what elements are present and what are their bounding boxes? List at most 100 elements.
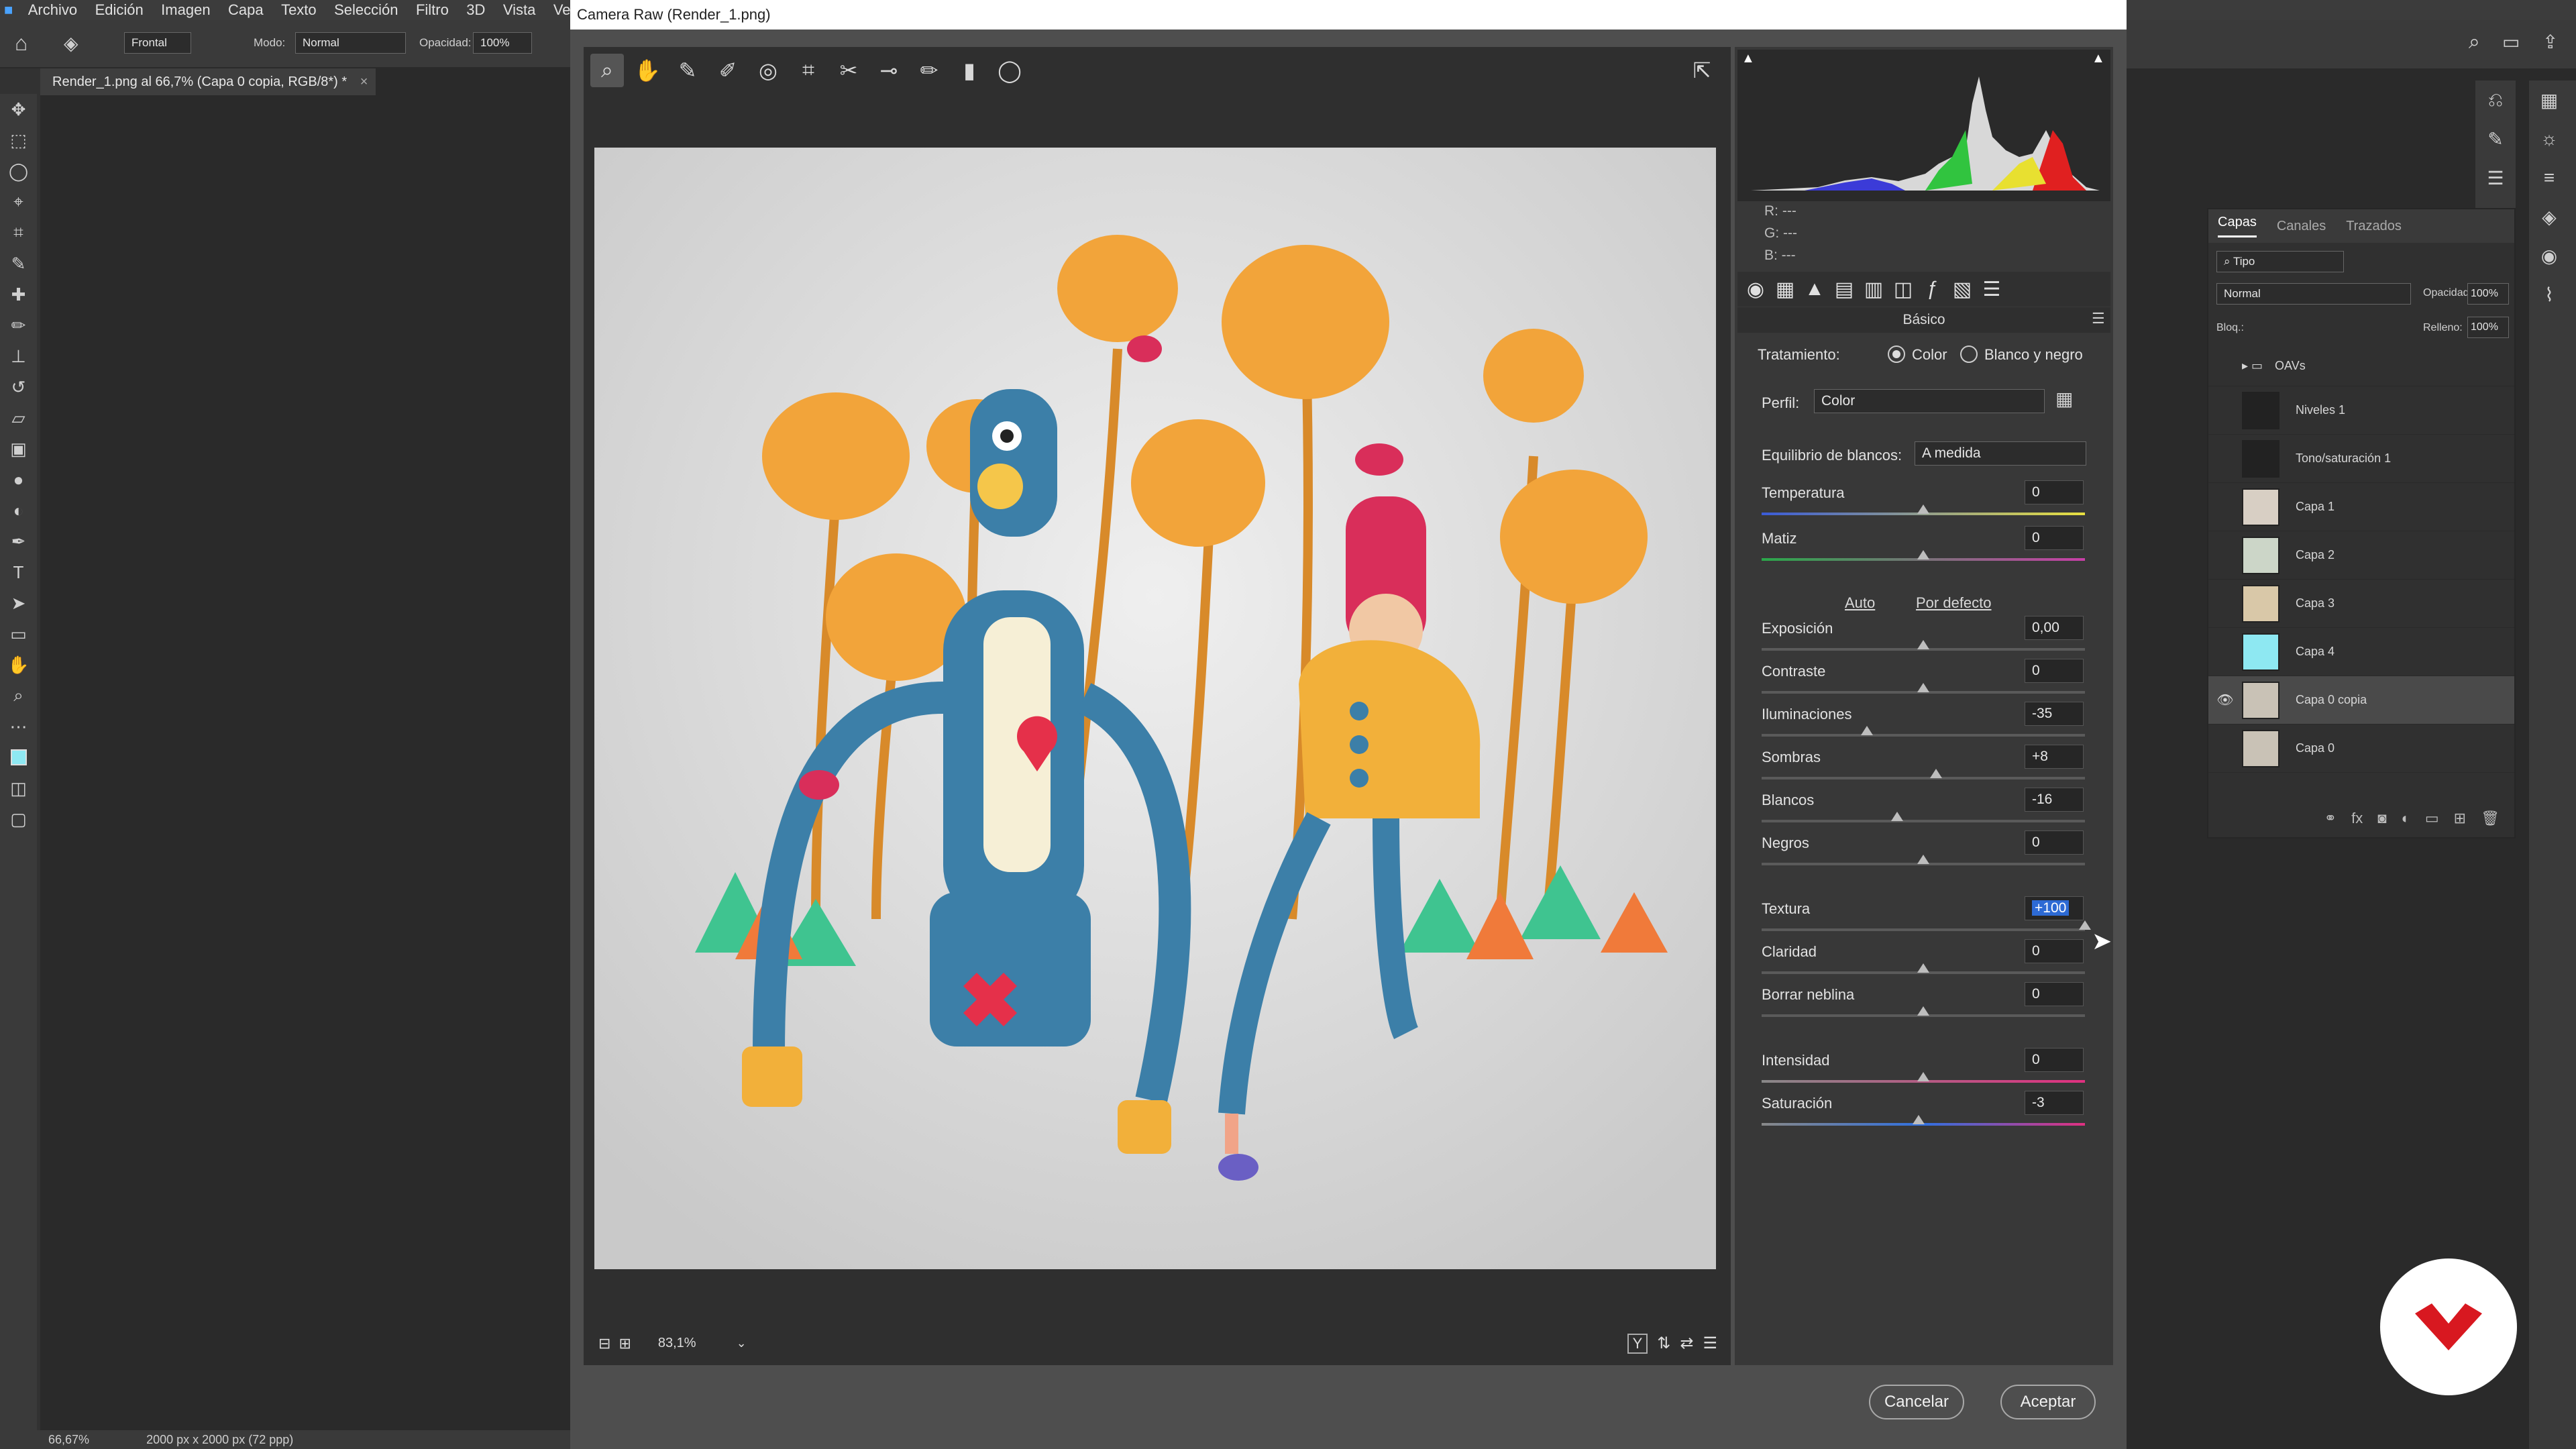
menu-filtro[interactable]: Filtro — [416, 0, 449, 20]
status-zoom[interactable]: 66,67% — [48, 1433, 89, 1446]
panel-menu-icon[interactable]: ☰ — [2092, 310, 2105, 327]
brush-tool-icon[interactable]: ✏ — [0, 310, 37, 341]
layer-row-capa-2[interactable]: Capa 2 — [2208, 531, 2514, 580]
auto-link[interactable]: Auto — [1845, 594, 1875, 612]
zoom-icon[interactable]: ⌕ — [590, 54, 624, 87]
opacity-input[interactable]: 100% — [473, 32, 532, 54]
history-panel-icon[interactable]: ⎌ — [2475, 80, 2516, 119]
tint-slider-handle[interactable] — [1917, 550, 1929, 559]
layer-row-capa-1[interactable]: Capa 1 — [2208, 483, 2514, 531]
highlights-slider-track[interactable] — [1762, 734, 2085, 737]
dodge-tool-icon[interactable]: ◐ — [0, 495, 37, 526]
white-balance-icon[interactable]: ✎ — [671, 54, 704, 87]
shadows-value[interactable]: +8 — [2025, 745, 2084, 769]
red-eye-icon[interactable]: ⊸ — [872, 54, 906, 87]
properties-panel-icon[interactable]: ☰ — [2475, 158, 2516, 197]
vibrance-value[interactable]: 0 — [2025, 1048, 2084, 1072]
blend-mode-select[interactable]: Normal — [2216, 283, 2411, 305]
whites-value[interactable]: -16 — [2025, 788, 2084, 812]
layer-row-oavs[interactable]: ▸ ▭ OAVs — [2208, 346, 2514, 386]
adjustment-brush-icon[interactable]: ✏ — [912, 54, 946, 87]
document-tab[interactable]: Render_1.png al 66,7% (Capa 0 copia, RGB… — [40, 68, 376, 95]
group-icon[interactable]: ▭ — [2425, 810, 2439, 827]
close-tab-icon[interactable]: × — [360, 74, 368, 89]
detail-tab-icon[interactable]: ▲ — [1803, 278, 1826, 301]
mode-select[interactable]: Normal — [295, 32, 406, 54]
shadows-slider-handle[interactable] — [1930, 769, 1943, 778]
saturation-slider-handle[interactable] — [1912, 1115, 1925, 1124]
zoom-level[interactable]: 83,1% — [658, 1336, 696, 1351]
highlights-slider-handle[interactable] — [1860, 726, 1873, 735]
radial-filter-icon[interactable]: ◯ — [993, 54, 1026, 87]
crop-icon[interactable]: ⌗ — [792, 54, 825, 87]
clone-stamp-icon[interactable]: ⊥ — [0, 341, 37, 372]
temperature-value[interactable]: 0 — [2025, 480, 2084, 504]
layer-filter-select[interactable]: ⌕ Tipo — [2216, 251, 2344, 272]
graduated-filter-icon[interactable]: ▮ — [953, 54, 986, 87]
hand-tool-icon[interactable]: ✋ — [0, 649, 37, 680]
channels-panel-icon[interactable]: ◉ — [2529, 236, 2569, 275]
type-tool-icon[interactable]: T — [0, 557, 37, 588]
blacks-value[interactable]: 0 — [2025, 830, 2084, 855]
exposure-slider-handle[interactable] — [1917, 640, 1929, 649]
screen-mode-icon[interactable]: ▢ — [0, 804, 37, 835]
layer-row-capa-4[interactable]: Capa 4 — [2208, 628, 2514, 676]
grid-panel-icon[interactable]: ▦ — [2529, 80, 2569, 119]
paint-bucket-icon[interactable]: ◈ — [64, 32, 78, 54]
whites-slider-handle[interactable] — [1891, 812, 1904, 821]
menu-vista[interactable]: Vista — [503, 0, 536, 20]
vibrance-slider-handle[interactable] — [1917, 1072, 1929, 1081]
shadows-slider-track[interactable] — [1762, 777, 2085, 780]
zoom-dropdown-icon[interactable]: ⌄ — [737, 1336, 747, 1350]
calibration-tab-icon[interactable]: ▧ — [1951, 278, 1974, 301]
sliders-panel-icon[interactable]: ≡ — [2529, 158, 2569, 197]
search-icon[interactable]: ⌕ — [2469, 31, 2480, 54]
more-tools-icon[interactable]: ⋯ — [0, 711, 37, 742]
split-toning-tab-icon[interactable]: ▥ — [1862, 278, 1885, 301]
move-tool-icon[interactable]: ✥ — [0, 94, 37, 125]
mask-icon[interactable]: ◙ — [2377, 810, 2386, 827]
dehaze-slider-handle[interactable] — [1917, 1006, 1929, 1016]
white-balance-select[interactable]: A medida — [1915, 441, 2086, 466]
eye-icon[interactable]: 👁 — [2208, 692, 2242, 708]
texture-value[interactable]: +100 — [2025, 896, 2084, 920]
zoom-out-icon[interactable]: ⊟ — [598, 1335, 610, 1352]
menu-archivo[interactable]: Archivo — [28, 0, 77, 20]
effects-tab-icon[interactable]: ƒ — [1921, 278, 1944, 301]
menu-imagen[interactable]: Imagen — [161, 0, 210, 20]
eyedropper-icon[interactable]: ✎ — [0, 248, 37, 279]
texture-slider-handle[interactable] — [2079, 920, 2091, 930]
history-brush-icon[interactable]: ↺ — [0, 372, 37, 402]
saturation-value[interactable]: -3 — [2025, 1091, 2084, 1115]
clarity-slider-handle[interactable] — [1917, 963, 1929, 973]
link-icon[interactable]: ⚭ — [2324, 810, 2337, 827]
zoom-tool-icon[interactable]: ⌕ — [0, 680, 37, 711]
menu-texto[interactable]: Texto — [281, 0, 317, 20]
layer-row-niveles[interactable]: Niveles 1 — [2208, 386, 2514, 435]
hsl-tab-icon[interactable]: ▤ — [1833, 278, 1856, 301]
default-link[interactable]: Por defecto — [1916, 594, 1992, 612]
profile-select[interactable]: Color — [1814, 389, 2045, 413]
presets-tab-icon[interactable]: ☰ — [1980, 278, 2003, 301]
whites-slider-track[interactable] — [1762, 820, 2085, 822]
highlight-clipping-icon[interactable]: ▲ — [2092, 51, 2105, 66]
tone-curve-tab-icon[interactable]: ▦ — [1774, 278, 1796, 301]
adjustments-panel-icon[interactable]: ☼ — [2529, 119, 2569, 158]
copy-settings-icon[interactable]: ⇄ — [1680, 1334, 1693, 1353]
layers-panel-icon[interactable]: ◈ — [2529, 197, 2569, 236]
fill-input[interactable]: 100% — [2467, 317, 2509, 338]
before-after-icon[interactable]: Y — [1627, 1333, 1648, 1354]
lens-tab-icon[interactable]: ◫ — [1892, 278, 1915, 301]
quick-mask-icon[interactable]: ◫ — [0, 773, 37, 804]
layer-opacity-input[interactable]: 100% — [2467, 283, 2509, 305]
toggle-settings-icon[interactable]: ☰ — [1703, 1334, 1717, 1353]
tab-trazados[interactable]: Trazados — [2346, 219, 2402, 234]
preview-image[interactable] — [594, 148, 1716, 1269]
pen-tool-icon[interactable]: ✒ — [0, 526, 37, 557]
fx-icon[interactable]: fx — [2351, 810, 2363, 827]
zoom-in-icon[interactable]: ⊞ — [619, 1335, 631, 1352]
path-select-icon[interactable]: ➤ — [0, 588, 37, 619]
texture-slider-track[interactable] — [1762, 928, 2085, 931]
cancel-button[interactable]: Cancelar — [1869, 1385, 1964, 1419]
menu-edicion[interactable]: Edición — [95, 0, 144, 20]
